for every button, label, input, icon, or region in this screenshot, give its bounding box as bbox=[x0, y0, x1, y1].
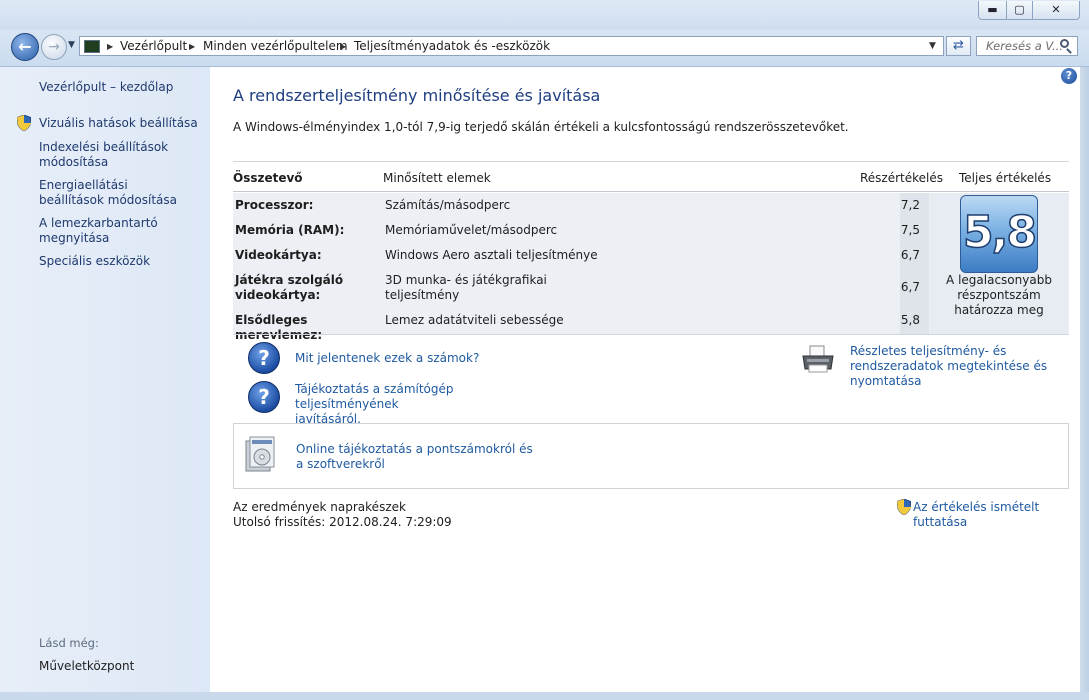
search-icon[interactable] bbox=[1060, 39, 1069, 48]
divider bbox=[233, 191, 1069, 192]
row-subscore: 7,2 bbox=[900, 198, 920, 212]
row-rated-item: Memóriaművelet/másodperc bbox=[385, 223, 558, 237]
improve-performance-link[interactable]: Tájékoztatás a számítógép teljesítményén… bbox=[295, 382, 465, 427]
row-rated-item: Windows Aero asztali teljesítménye bbox=[385, 248, 598, 262]
divider bbox=[233, 161, 1069, 162]
help-question-icon[interactable]: ? bbox=[248, 381, 280, 413]
status-current: Az eredmények naprakészek bbox=[233, 500, 406, 514]
online-info-link[interactable]: Online tájékoztatás a pontszámokról és a… bbox=[296, 442, 536, 472]
back-button[interactable]: ← bbox=[11, 33, 39, 61]
chevron-right-icon[interactable]: ▶ bbox=[107, 42, 113, 51]
row-rated-item: Számítás/másodperc bbox=[385, 198, 511, 212]
row-rated-item: Lemez adatátviteli sebessége bbox=[385, 313, 564, 327]
status-last-update: Utolsó frissítés: 2012.08.24. 7:29:09 bbox=[233, 515, 452, 529]
window-border bbox=[0, 692, 1089, 700]
title-bar bbox=[0, 0, 1089, 31]
breadcrumb-control-panel[interactable]: Vezérlőpult bbox=[120, 39, 187, 53]
uac-shield-icon bbox=[17, 115, 31, 131]
row-subscore: 6,7 bbox=[900, 248, 920, 262]
printer-icon[interactable] bbox=[801, 345, 835, 373]
forward-button[interactable]: → bbox=[41, 34, 67, 60]
sidebar-item-advanced-tools[interactable]: Speciális eszközök bbox=[39, 254, 199, 269]
control-panel-icon bbox=[84, 40, 100, 53]
what-numbers-link[interactable]: Mit jelentenek ezek a számok? bbox=[295, 351, 479, 366]
row-subscore: 7,5 bbox=[900, 223, 920, 237]
row-subscore: 6,7 bbox=[900, 280, 920, 294]
action-center-link[interactable]: Műveletközpont bbox=[39, 659, 134, 673]
row-component: Játékra szolgáló videokártya: bbox=[235, 273, 344, 302]
address-dropdown-icon[interactable]: ▼ bbox=[929, 41, 936, 51]
chevron-right-icon[interactable]: ▶ bbox=[189, 42, 195, 51]
breadcrumb-performance[interactable]: Teljesítményadatok és -eszközök bbox=[354, 39, 550, 53]
help-icon[interactable]: ? bbox=[1061, 68, 1077, 84]
row-rated-item: 3D munka- és játékgrafikai teljesítmény bbox=[385, 273, 547, 302]
sidebar-item-visual-effects[interactable]: Vizuális hatások beállítása bbox=[39, 116, 199, 131]
header-component: Összetevő bbox=[233, 171, 303, 185]
see-also-label: Lásd még: bbox=[39, 636, 99, 650]
search-placeholder: Keresés a V... bbox=[986, 39, 1063, 53]
row-subscore: 5,8 bbox=[900, 313, 920, 327]
maximize-button[interactable]: ▢ bbox=[1006, 1, 1033, 20]
software-box-icon[interactable] bbox=[242, 435, 278, 475]
sidebar-item-indexing[interactable]: Indexelési beállítások módosítása bbox=[39, 140, 169, 170]
row-component: Memória (RAM): bbox=[235, 223, 345, 237]
sidebar-item-home[interactable]: Vezérlőpult – kezdőlap bbox=[39, 80, 199, 95]
page-title: A rendszerteljesítmény minősítése és jav… bbox=[233, 86, 601, 105]
header-subscore: Részértékelés bbox=[860, 171, 944, 185]
base-score-note: A legalacsonyabb részpontszám határozza … bbox=[946, 273, 1052, 317]
details-print-link[interactable]: Részletes teljesítmény- és rendszeradato… bbox=[850, 344, 1075, 389]
divider bbox=[233, 334, 1069, 335]
close-button[interactable]: ✕ bbox=[1032, 1, 1080, 20]
base-score-value: 5,8 bbox=[962, 206, 1037, 259]
uac-shield-icon bbox=[897, 499, 911, 515]
recent-pages-dropdown-icon[interactable]: ▼ bbox=[68, 40, 75, 50]
header-base-score: Teljes értékelés bbox=[959, 171, 1052, 185]
header-rated-items: Minősített elemek bbox=[383, 171, 491, 185]
chevron-right-icon[interactable]: ▶ bbox=[340, 42, 346, 51]
sidebar-item-disk-cleanup[interactable]: A lemezkarbantartó megnyitása bbox=[39, 216, 169, 246]
breadcrumb-all-items[interactable]: Minden vezérlőpultelem bbox=[203, 39, 348, 53]
help-question-icon[interactable]: ? bbox=[248, 342, 280, 374]
page-description: A Windows-élményindex 1,0-tól 7,9-ig ter… bbox=[233, 120, 849, 134]
row-component: Processzor: bbox=[235, 198, 314, 212]
refresh-button[interactable]: ⇄ bbox=[946, 36, 971, 56]
row-component: Videokártya: bbox=[235, 248, 322, 262]
rerun-assessment-link[interactable]: Az értékelés ismételt futtatása bbox=[913, 500, 1089, 530]
window-border bbox=[1080, 67, 1089, 700]
sidebar-item-power[interactable]: Energiaellátási beállítások módosítása bbox=[39, 178, 189, 208]
minimize-button[interactable]: ▬ bbox=[978, 1, 1007, 20]
row-component: Elsődleges merevlemez: bbox=[235, 313, 323, 342]
